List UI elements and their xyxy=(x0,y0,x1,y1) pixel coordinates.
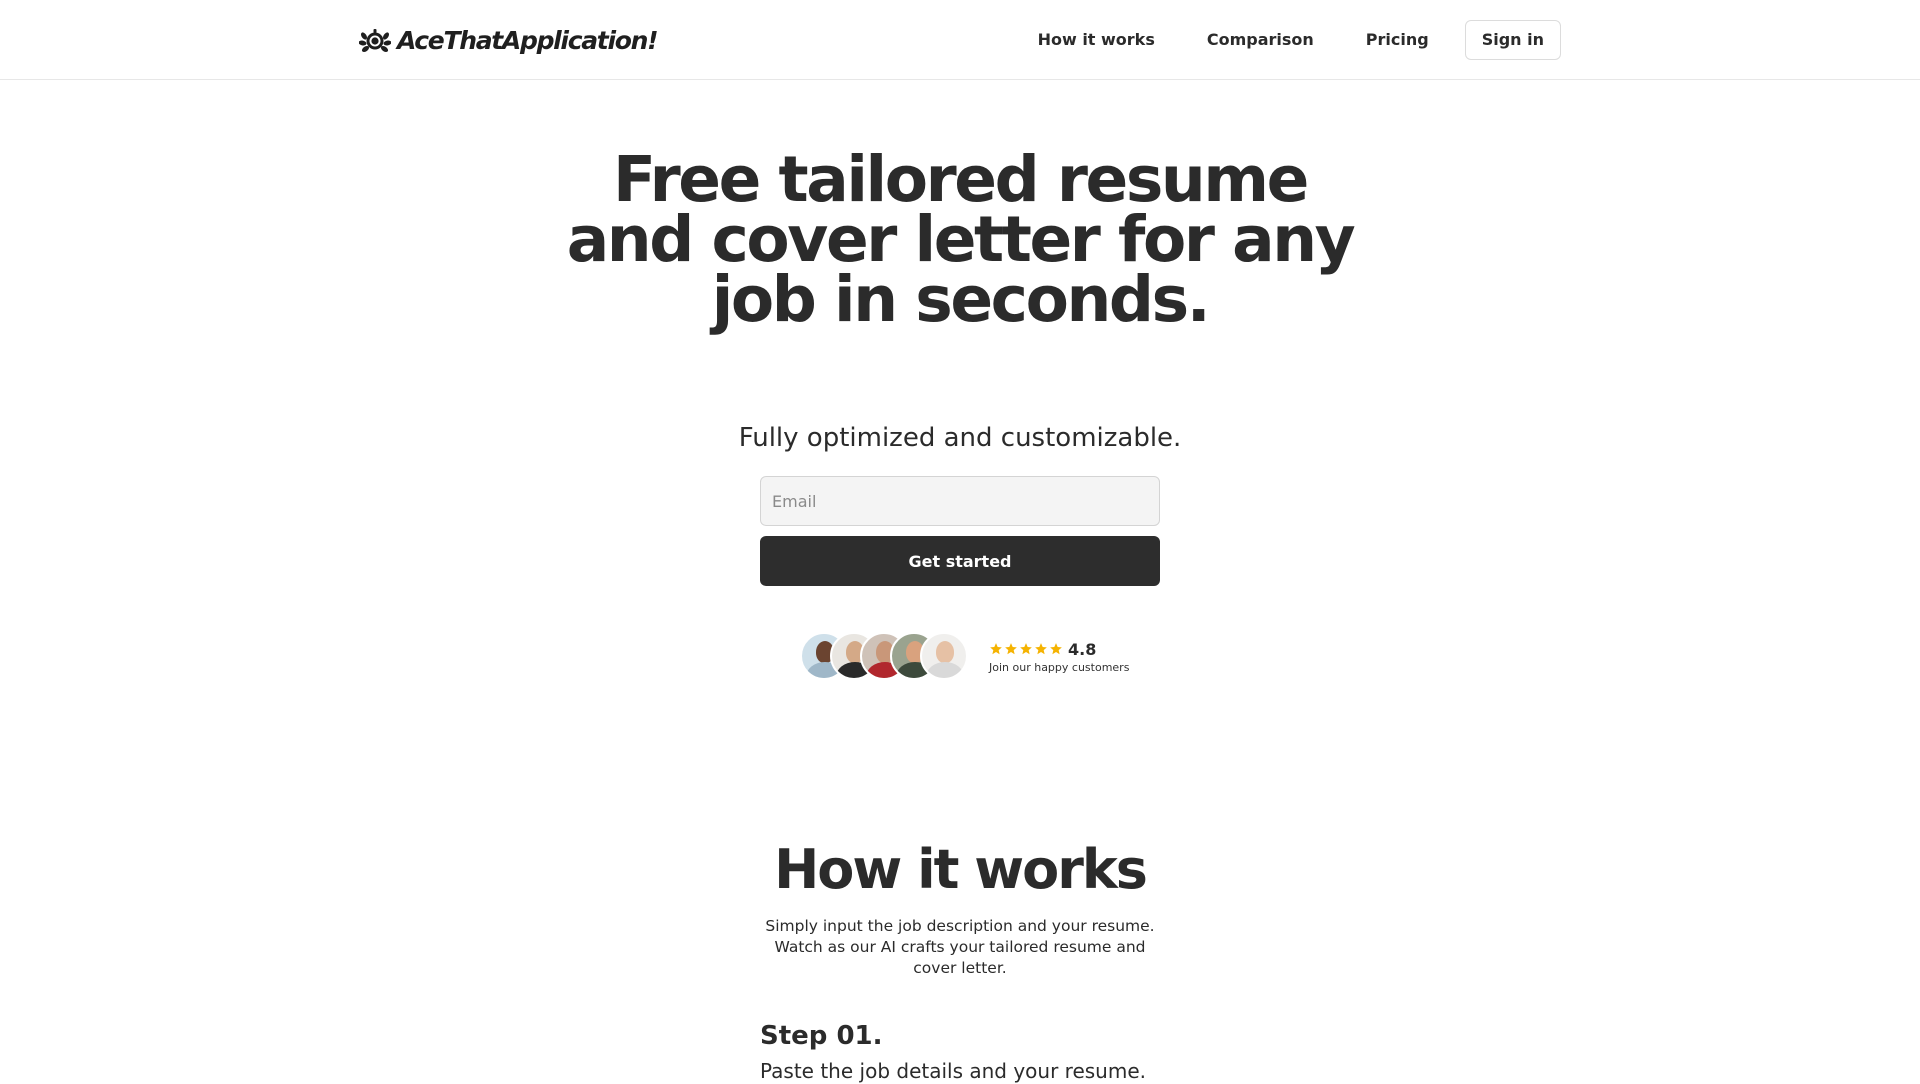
customer-avatars xyxy=(800,632,968,680)
hero-subtitle: Fully optimized and customizable. xyxy=(738,423,1182,453)
rating-caption: Join our happy customers xyxy=(989,661,1130,674)
how-it-works-title: How it works xyxy=(774,838,1148,901)
brand-name: AceThatApplication! xyxy=(397,25,659,55)
brand-logo-link[interactable]: AceThatApplication! xyxy=(359,24,659,56)
laurel-lion-icon xyxy=(359,29,391,53)
step-title: Step 01. xyxy=(760,1021,883,1051)
star-icon xyxy=(1005,643,1017,655)
get-started-button[interactable]: Get started xyxy=(760,536,1160,586)
main-nav: How it works Comparison Pricing Sign in xyxy=(1012,20,1561,60)
step-description: Paste the job details and your resume. xyxy=(760,1059,1146,1083)
rating-block: 4.8 Join our happy customers xyxy=(989,639,1130,675)
nav-link-comparison[interactable]: Comparison xyxy=(1181,20,1340,60)
rating-value: 4.8 xyxy=(1068,639,1097,659)
star-icon xyxy=(1020,643,1032,655)
nav-link-pricing[interactable]: Pricing xyxy=(1340,20,1455,60)
star-icon xyxy=(990,643,1002,655)
email-input[interactable] xyxy=(760,476,1160,526)
star-icon xyxy=(1050,643,1062,655)
sign-in-button[interactable]: Sign in xyxy=(1464,20,1561,60)
rating-stars xyxy=(989,642,1063,656)
avatar xyxy=(920,632,968,680)
how-it-works-description: Simply input the job description and you… xyxy=(765,917,1155,977)
nav-link-how-it-works[interactable]: How it works xyxy=(1012,20,1181,60)
star-icon xyxy=(1035,643,1047,655)
hero-title: Free tailored resume and cover letter fo… xyxy=(566,143,1356,336)
site-header: AceThatApplication! How it works Compari… xyxy=(0,0,1920,80)
